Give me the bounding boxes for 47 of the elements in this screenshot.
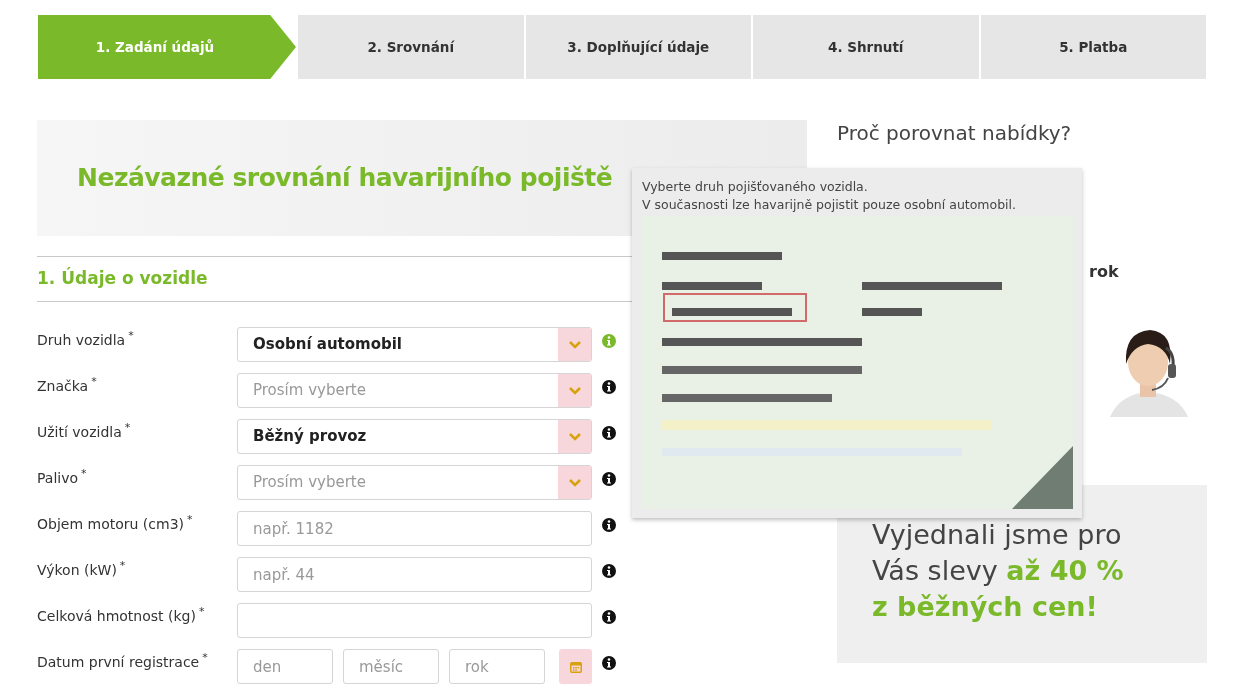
benefit-text: rok [1089,261,1119,283]
input-field[interactable]: např. 1182 [237,511,592,546]
info-icon[interactable] [602,610,616,624]
date-part-field[interactable]: rok [449,649,545,684]
required-mark: * [198,606,205,618]
input-field[interactable]: např. 44 [237,557,592,592]
chevron-down-icon [568,340,581,349]
field-label: Užití vozidla [37,423,122,442]
required-mark: * [81,468,87,480]
info-icon[interactable] [602,472,616,486]
chevron-down-icon [568,432,581,441]
page-heading: Nezávazné srovnání havarijního pojiště [77,162,613,195]
sidebar-title: Proč porovnat nabídky? [837,120,1073,147]
section-title: 1. Údaje o vozidle [37,266,208,291]
select-field[interactable]: Osobní automobil [237,327,592,362]
required-mark: * [128,330,134,342]
field-label: Výkon (kW) [37,561,117,580]
required-mark: * [91,376,97,388]
tooltip-text: V současnosti lze havarijně pojistit pouze osobní automobil. [642,196,1018,214]
calendar-icon [569,660,582,673]
input-field[interactable] [237,603,592,638]
tooltip-text: Vyberte druh pojišťovaného vozidla. [642,178,869,196]
info-icon[interactable] [602,656,616,670]
date-part-field[interactable]: den [237,649,333,684]
chevron-down-icon [568,386,581,395]
required-mark: * [119,560,126,572]
progress-step[interactable]: 4. Shrnutí [753,15,979,79]
field-label: Palivo [37,469,79,488]
select-field[interactable]: Běžný provoz [237,419,592,454]
required-mark: * [124,422,131,434]
field-label: Datum první registrace [37,653,200,672]
field-label: Značka [37,377,89,396]
date-part-field[interactable]: měsíc [343,649,439,684]
progress-step[interactable]: 3. Doplňující údaje [525,15,751,79]
required-mark: * [187,514,193,526]
field-label: Celková hmotnost (kg) [37,607,196,626]
field-label: Objem motoru (cm3) [37,515,184,534]
promo-text: Vyjednali jsme pro Vás slevy až 40 % z běžných cen! [872,518,1125,624]
info-icon[interactable] [602,380,616,394]
info-icon[interactable] [602,518,616,532]
required-mark: * [202,652,208,664]
progress-step[interactable]: 2. Srovnání [298,15,524,79]
progress-step[interactable]: 5. Platba [980,15,1206,79]
chevron-down-icon [568,478,581,487]
info-icon[interactable] [602,426,616,440]
info-icon[interactable] [602,564,616,578]
field-label: Druh vozidla [37,331,126,350]
